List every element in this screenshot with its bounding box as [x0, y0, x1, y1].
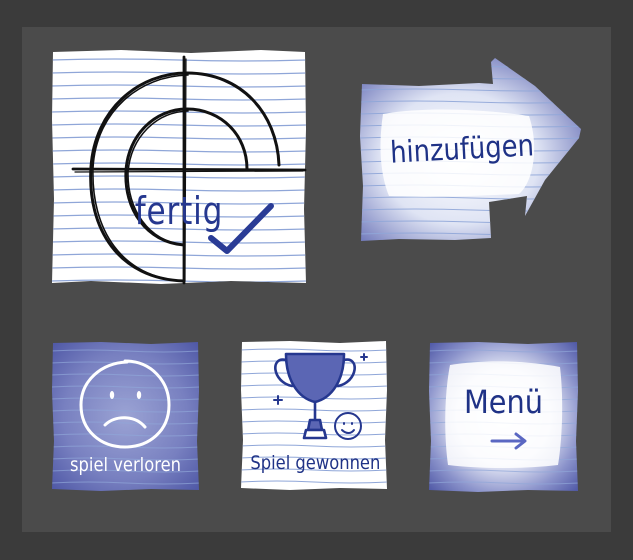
menu-label: Menü [463, 383, 544, 421]
done-label: fertig [134, 189, 224, 233]
done-button[interactable]: fertig [51, 49, 307, 285]
check-mark-icon [208, 203, 274, 254]
game-won-label: Spiel gewonnen [250, 452, 381, 474]
game-lost-button[interactable]: spiel verloren [51, 341, 200, 491]
game-lost-label: spiel verloren [70, 454, 181, 476]
add-button[interactable]: hinzufügen [359, 56, 585, 262]
menu-button[interactable]: Menü [428, 341, 579, 492]
game-won-button[interactable]: Spiel gewonnen [240, 340, 388, 490]
